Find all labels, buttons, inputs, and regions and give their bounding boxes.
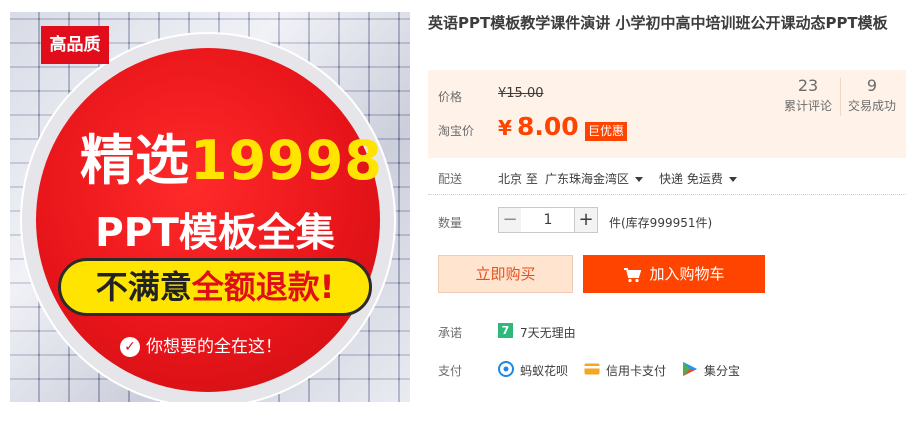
- stat-reviews-value: 23: [797, 76, 819, 95]
- original-price: ¥15.00: [498, 86, 544, 101]
- quantity-increase-button[interactable]: +: [574, 207, 598, 233]
- add-to-cart-label: 加入购物车: [649, 265, 725, 283]
- payment-label: 支付: [438, 364, 463, 378]
- stat-transactions-label: 交易成功: [847, 99, 896, 113]
- jifenbao-icon: [683, 362, 697, 376]
- shipping-label: 配送: [438, 172, 463, 186]
- payment-credit-card[interactable]: 信用卡支付: [606, 362, 666, 379]
- hero-headline-text: 精选: [80, 129, 190, 192]
- stock-info: 件(库存999951件): [609, 216, 713, 230]
- stat-transactions: 9 交易成功: [846, 76, 898, 114]
- hero-subheadline: PPT模板全集: [95, 211, 335, 256]
- seven-days-icon: 7: [498, 323, 513, 338]
- chevron-down-icon: [728, 177, 737, 182]
- quality-badge: 高品质: [41, 26, 109, 64]
- shipping-destination-text: 广东珠海金湾区: [545, 172, 630, 186]
- hero-footer: ✓ 你想要的全在这！: [120, 332, 320, 358]
- cart-icon: [624, 267, 642, 282]
- quantity-input[interactable]: [521, 207, 575, 233]
- current-price: 8.00: [517, 112, 579, 141]
- quantity-decrease-button[interactable]: −: [498, 207, 522, 233]
- hero-headline-number: 19998: [190, 129, 383, 192]
- taobao-price-label: 淘宝价: [438, 124, 475, 138]
- stat-reviews[interactable]: 23 累计评论: [782, 76, 834, 114]
- coupon-badge[interactable]: 巨优惠: [585, 122, 628, 141]
- refund-pill-text: 不满意: [95, 268, 192, 306]
- shipping-destination[interactable]: 广东珠海金湾区: [545, 170, 644, 187]
- product-image[interactable]: 高品质 精选19998 PPT模板全集 不满意全额退款! ✓ 你想要的全在这！: [10, 12, 410, 402]
- price-label: 价格: [438, 90, 463, 104]
- refund-pill: 不满意全额退款!: [58, 258, 372, 316]
- shipping-from: 北京 至: [498, 172, 538, 186]
- stat-reviews-label: 累计评论: [783, 99, 832, 113]
- chevron-down-icon: [635, 177, 644, 182]
- huabei-icon: [498, 361, 514, 377]
- stat-transactions-value: 9: [866, 76, 878, 95]
- add-to-cart-button[interactable]: 加入购物车: [583, 255, 765, 293]
- payment-huabei[interactable]: 蚂蚁花呗: [520, 362, 568, 379]
- section-divider: [428, 194, 906, 195]
- buy-now-button[interactable]: 立即购买: [438, 255, 573, 293]
- product-title: 英语PPT模板教学课件演讲 小学初中高中培训班公开课动态PPT模板: [428, 14, 888, 32]
- refund-pill-highlight: 全额退款!: [191, 268, 335, 306]
- hero-footer-text: 你想要的全在这！: [146, 337, 282, 357]
- hero-headline: 精选19998: [80, 116, 383, 195]
- price-box: 价格 ¥15.00 淘宝价 ¥ 8.00 巨优惠 23 累计评论 9 交易成功: [428, 70, 906, 158]
- check-circle-icon: ✓: [120, 337, 140, 357]
- stat-divider: [840, 78, 841, 116]
- shipping-method[interactable]: 快递 免运费: [659, 170, 737, 187]
- payment-jifenbao[interactable]: 集分宝: [704, 362, 740, 379]
- credit-card-icon: [584, 363, 600, 375]
- shipping-method-text: 快递 免运费: [659, 172, 723, 186]
- currency-symbol: ¥: [498, 116, 512, 140]
- promise-text[interactable]: 7天无理由: [520, 324, 576, 341]
- promise-label: 承诺: [438, 326, 463, 340]
- quantity-label: 数量: [438, 216, 463, 230]
